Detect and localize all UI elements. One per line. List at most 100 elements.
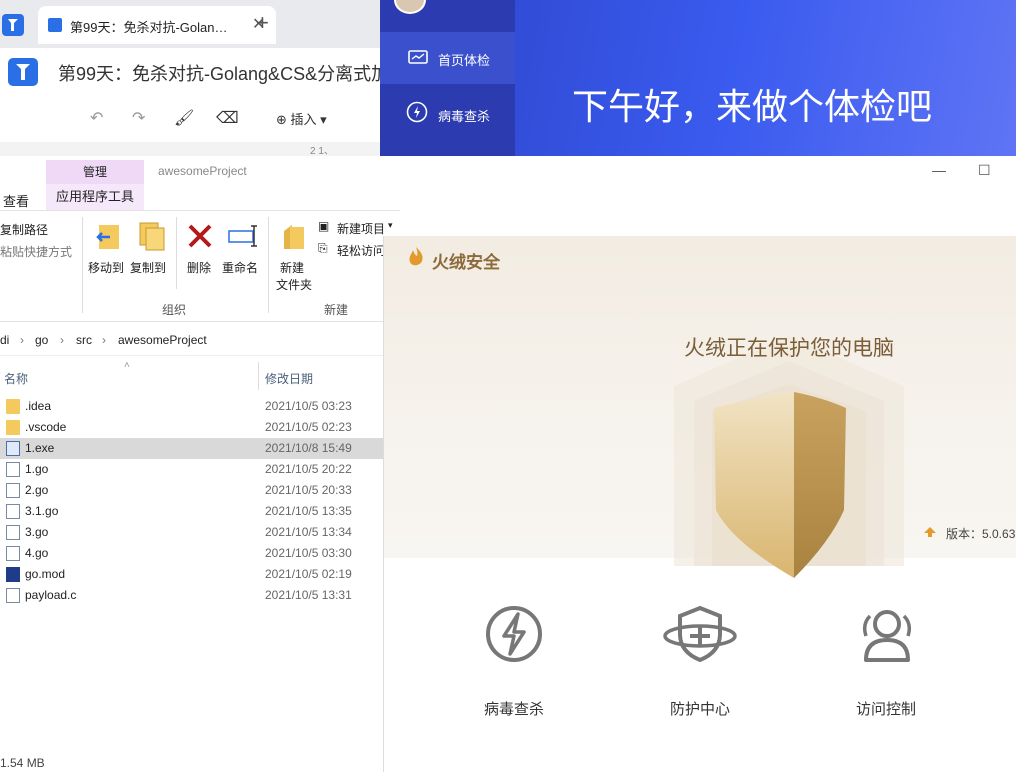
security-app-window: 火绒安全 火绒正在保护您的电脑 版本：5.0.63 病毒查杀 防护中心 访问控制 [383,236,1016,772]
feature-protection-center[interactable]: 防护中心 [640,596,760,726]
tab-app-tools[interactable]: 应用程序工具 [46,184,144,210]
move-to-icon [96,225,119,249]
new-folder-label-1: 新建 [280,261,305,275]
file-modified-date: 2021/10/5 03:23 [265,399,352,413]
chevron-down-icon: ▾ [388,220,393,230]
delete-label: 删除 [187,261,212,275]
sidebar-item-label: 首页体检 [438,53,491,68]
table-row[interactable]: 3.1.go 2021/10/5 13:35 [0,501,383,522]
breadcrumb-item[interactable]: go [35,333,48,347]
breadcrumb[interactable]: di › go › src › awesomeProject [0,326,383,356]
chevron-right-icon: › [60,333,64,347]
file-name: 4.go [25,546,49,560]
file-name: .idea [25,399,52,413]
app-logo-icon [2,14,24,36]
tab-view[interactable]: 查看 [3,191,29,210]
lightning-icon [406,101,428,123]
table-row[interactable]: 2.go 2021/10/5 20:33 [0,480,383,501]
maximize-button[interactable]: ☐ [978,162,991,179]
file-modified-date: 2021/10/5 13:35 [265,504,352,518]
easy-access-label: 轻松访问 [337,244,386,258]
tab-manage-header: 管理 [46,160,144,184]
move-to-label: 移动到 [88,261,125,275]
go-file-icon [6,525,20,540]
feature-label: 防护中心 [669,701,730,718]
ruler-text: 2 1、 [310,146,334,157]
format-painter-icon[interactable]: 🖌 [174,108,194,128]
file-name: 3.1.go [25,504,59,518]
breadcrumb-item[interactable]: di [0,333,9,347]
table-row[interactable]: 1.go 2021/10/5 20:22 [0,459,383,480]
ribbon-tabs: 查看 管理 应用程序工具 awesomeProject — ☐ [0,156,1016,210]
feature-access-control[interactable]: 访问控制 [826,596,946,726]
new-folder-icon [284,225,304,249]
group-label-organize: 组织 [162,303,187,317]
protection-status: 火绒正在保护您的电脑 [684,337,894,360]
new-folder-label-2: 文件夹 [276,278,313,292]
new-folder-button[interactable]: 新建 文件夹 [274,215,314,299]
column-header-name[interactable]: 名称 [4,370,28,387]
chevron-right-icon: › [20,333,24,347]
insert-label: 插入 [290,112,317,127]
file-modified-date: 2021/10/5 02:23 [265,420,352,434]
table-row[interactable]: go.mod 2021/10/5 02:19 [0,564,383,585]
copy-to-icon [139,222,165,251]
sidebar-item-virus-scan[interactable]: 病毒查杀 [380,86,515,138]
insert-button[interactable]: ⊕ 插入 ▾ [276,109,327,128]
brand-name: 火绒安全 [432,253,500,272]
new-tab-button[interactable]: + [256,10,269,36]
breadcrumb-item[interactable]: src [76,333,92,347]
undo-icon[interactable]: ↶ [90,108,103,128]
monitor-icon [408,50,428,64]
chevron-right-icon: › [102,333,106,347]
file-modified-date: 2021/10/5 02:19 [265,567,352,581]
copy-to-button[interactable]: 复制到 [130,215,170,279]
new-item-button[interactable]: ▣ 新建项目 ▾ [318,219,400,237]
protection-hero: 火绒安全 火绒正在保护您的电脑 版本：5.0.63 [384,236,1016,578]
file-name: 2.go [25,483,49,497]
file-modified-date: 2021/10/5 20:22 [265,462,352,476]
redo-icon[interactable]: ↷ [132,108,145,128]
eraser-icon[interactable]: ⌫ [216,108,239,128]
delete-button[interactable]: 删除 [184,215,218,279]
mod-file-icon [6,567,20,582]
doc-toolbar [0,96,400,142]
minimize-button[interactable]: — [932,162,946,178]
delete-x-icon [188,224,212,248]
folder-icon [6,420,20,435]
table-row[interactable]: 1.exe 2021/10/8 15:49 [0,438,383,459]
new-item-icon: ▣ [318,219,330,233]
sidebar-item-checkup[interactable]: 首页体检 [380,32,515,84]
breadcrumb-item[interactable]: awesomeProject [118,333,207,347]
file-name: 1.exe [25,441,55,455]
paste-shortcut-button[interactable]: 粘贴快捷方式 [0,243,72,260]
copy-path-button[interactable]: 复制路径 [0,221,48,238]
rename-icon [228,225,257,247]
doc-tab[interactable]: 第99天：免杀对抗-Golan… ✕ [38,6,276,44]
file-name: go.mod [25,567,66,581]
go-file-icon [6,546,20,561]
file-modified-date: 2021/10/5 13:31 [265,588,352,602]
go-file-icon [6,504,20,519]
table-row[interactable]: 3.go 2021/10/5 13:34 [0,522,383,543]
column-header-modified[interactable]: 修改日期 [265,370,313,387]
easy-access-icon: ⎘ [318,241,328,255]
file-modified-date: 2021/10/5 20:33 [265,483,352,497]
lightning-icon [486,606,542,662]
table-row[interactable]: .idea 2021/10/5 03:23 [0,396,383,417]
table-row[interactable]: .vscode 2021/10/5 02:23 [0,417,383,438]
file-name: .vscode [25,420,67,434]
column-divider[interactable] [258,362,259,390]
rename-button[interactable]: 重命名 [222,215,262,279]
app-logo-icon [8,58,38,86]
table-row[interactable]: payload.c 2021/10/5 13:31 [0,585,383,606]
ribbon: 复制路径 粘贴快捷方式 移动到 复制到 删除 重命名 组织 新建 文件夹 ▣ 新… [0,210,400,322]
file-name: 1.go [25,462,49,476]
table-row[interactable]: 4.go 2021/10/5 03:30 [0,543,383,564]
sidebar-item-label: 病毒查杀 [438,109,491,124]
feature-virus-scan[interactable]: 病毒查杀 [454,596,574,726]
flame-logo-icon [409,247,423,266]
move-to-button[interactable]: 移动到 [88,215,128,279]
folder-icon [6,399,20,414]
file-name: payload.c [25,588,77,602]
